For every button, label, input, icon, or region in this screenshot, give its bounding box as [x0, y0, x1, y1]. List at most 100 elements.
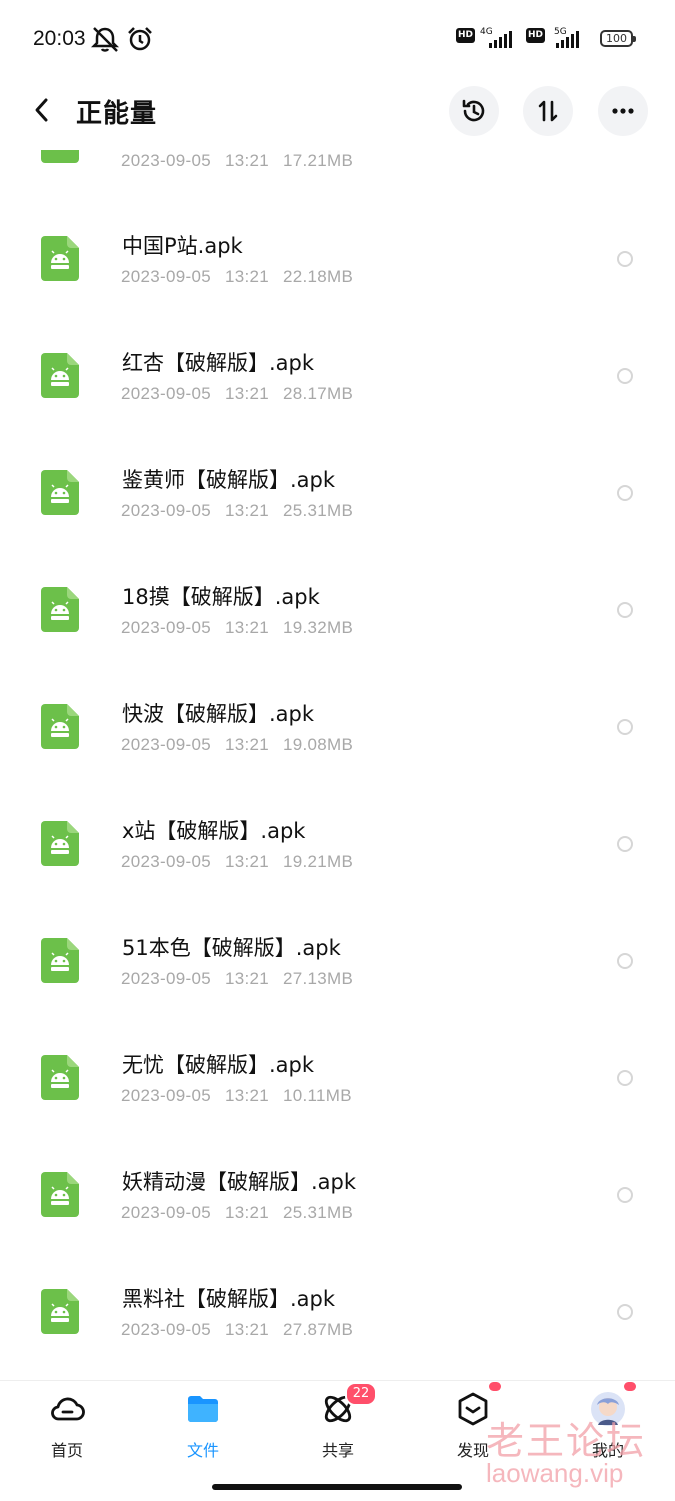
hd-badge-2: HD: [526, 28, 546, 43]
file-name: 黑料社【破解版】.apk: [122, 1287, 336, 1311]
signal-bars-icon: [489, 30, 512, 48]
watermark-url: laowang.vip: [486, 1458, 624, 1488]
select-checkbox[interactable]: [617, 836, 633, 852]
file-row[interactable]: 红杏【破解版】.apk 2023-09-05 13:21 28.17MB: [0, 317, 675, 434]
nav-files[interactable]: 文件: [143, 1381, 263, 1471]
folder-icon: [188, 1396, 218, 1422]
file-size: 10.11MB: [283, 1086, 352, 1105]
file-meta: 2023-09-05 13:21 19.32MB: [121, 618, 367, 638]
file-date: 2023-09-05: [121, 267, 211, 286]
select-checkbox[interactable]: [617, 602, 633, 618]
status-time: 20:03: [33, 27, 86, 50]
file-row[interactable]: 鉴黄师【破解版】.apk 2023-09-05 13:21 25.31MB: [0, 434, 675, 551]
file-meta: 2023-09-05 13:21 10.11MB: [121, 1086, 366, 1106]
file-time: 13:21: [224, 267, 270, 286]
file-name: 鉴黄师【破解版】.apk: [122, 468, 336, 492]
file-time: 13:21: [224, 852, 270, 871]
file-name: 红杏【破解版】.apk: [122, 351, 315, 375]
file-size: 27.87MB: [283, 1320, 354, 1339]
select-checkbox[interactable]: [617, 953, 633, 969]
apk-file-icon: [41, 470, 79, 515]
file-time: 13:21: [224, 618, 270, 637]
apk-file-icon: [41, 938, 79, 983]
back-arrow-icon[interactable]: [28, 95, 58, 125]
more-button[interactable]: [598, 86, 648, 136]
apk-file-icon: [41, 704, 79, 749]
file-meta: 2023-09-05 13:21 19.21MB: [121, 852, 367, 872]
status-bar: 20:03 HD 4G HD 5G 100: [0, 0, 675, 80]
apk-file-icon: [41, 821, 79, 866]
file-row[interactable]: 妖精动漫【破解版】.apk 2023-09-05 13:21 25.31MB: [0, 1136, 675, 1253]
mine-red-dot: [624, 1382, 636, 1391]
file-name: x站【破解版】.apk: [122, 819, 306, 843]
signal-bars-icon-2: [556, 30, 579, 48]
file-size: 25.31MB: [283, 501, 354, 520]
file-date: 2023-09-05: [121, 735, 211, 754]
apk-file-icon: [41, 353, 79, 398]
file-time: 13:21: [224, 735, 270, 754]
file-row[interactable]: 黑料社【破解版】.apk 2023-09-05 13:21 27.87MB: [0, 1253, 675, 1370]
file-row[interactable]: 18摸【破解版】.apk 2023-09-05 13:21 19.32MB: [0, 551, 675, 668]
file-time: 13:21: [224, 1320, 270, 1339]
select-checkbox[interactable]: [617, 485, 633, 501]
file-name: 快波【破解版】.apk: [122, 702, 315, 726]
file-meta: 2023-09-05 13:21 19.08MB: [121, 735, 367, 755]
file-date: 2023-09-05: [121, 852, 211, 871]
select-checkbox[interactable]: [617, 1187, 633, 1203]
apk-file-icon: [41, 587, 79, 632]
watermark-text: 老王论坛: [486, 1419, 647, 1463]
file-size: 25.31MB: [283, 1203, 354, 1222]
file-time: 13:21: [224, 501, 270, 520]
file-meta: 2023-09-05 13:21 28.17MB: [121, 384, 367, 404]
nav-home-label: 首页: [50, 1441, 83, 1460]
file-size: 19.08MB: [283, 735, 354, 754]
sort-arrows-icon: [538, 100, 558, 122]
file-list[interactable]: 2023-09-05 13:21 17.21MB 中国P站.apk 2023-09-0…: [0, 150, 675, 1380]
file-date: 2023-09-05: [121, 969, 211, 988]
select-checkbox[interactable]: [617, 1304, 633, 1320]
sort-button[interactable]: [523, 86, 573, 136]
nav-share[interactable]: 22 共享: [278, 1381, 398, 1471]
file-row[interactable]: 快波【破解版】.apk 2023-09-05 13:21 19.08MB: [0, 668, 675, 785]
apk-file-icon: [41, 1289, 79, 1334]
file-row[interactable]: 无忧【破解版】.apk 2023-09-05 13:21 10.11MB: [0, 1019, 675, 1136]
select-checkbox[interactable]: [617, 1070, 633, 1086]
file-name: 妖精动漫【破解版】.apk: [122, 1170, 357, 1194]
mute-bell-icon: [90, 27, 120, 52]
file-size: 27.13MB: [283, 969, 354, 988]
file-date: 2023-09-05: [121, 1320, 211, 1339]
file-meta: 2023-09-05 13:21 25.31MB: [121, 1203, 367, 1223]
alarm-icon: [128, 27, 152, 51]
nav-home[interactable]: 首页: [7, 1381, 127, 1471]
apk-file-icon: [41, 1055, 79, 1100]
select-checkbox[interactable]: [617, 719, 633, 735]
file-date: 2023-09-05: [121, 1203, 211, 1222]
select-checkbox[interactable]: [617, 251, 633, 267]
select-checkbox[interactable]: [617, 368, 633, 384]
apk-file-icon: [41, 150, 79, 163]
history-button[interactable]: [449, 86, 499, 136]
network-4g: HD: [456, 28, 476, 43]
file-date: 2023-09-05: [121, 1086, 211, 1105]
page-title: 正能量: [76, 99, 158, 129]
file-size: 19.21MB: [283, 852, 354, 871]
app-header: 正能量: [0, 80, 675, 150]
file-row[interactable]: x站【破解版】.apk 2023-09-05 13:21 19.21MB: [0, 785, 675, 902]
discover-red-dot: [489, 1382, 501, 1391]
file-meta: 2023-09-05 13:21 25.31MB: [121, 501, 367, 521]
file-name: 无忧【破解版】.apk: [122, 1053, 315, 1077]
file-row[interactable]: 中国P站.apk 2023-09-05 13:21 22.18MB: [0, 200, 675, 317]
network-5g: HD: [526, 28, 546, 43]
file-size: 22.18MB: [283, 267, 354, 286]
more-dots-icon: [612, 108, 634, 114]
nav-files-label: 文件: [186, 1441, 219, 1460]
file-row[interactable]: 51本色【破解版】.apk 2023-09-05 13:21 27.13MB: [0, 902, 675, 1019]
cloud-icon: [51, 1397, 85, 1421]
file-meta: 2023-09-05 13:21 17.21MB: [121, 151, 354, 170]
apk-file-icon: [41, 236, 79, 281]
file-time: 13:21: [224, 969, 270, 988]
battery-icon: 100: [600, 30, 636, 47]
home-indicator[interactable]: [212, 1484, 462, 1490]
nav-share-label: 共享: [321, 1441, 354, 1460]
file-name: 中国P站.apk: [122, 234, 243, 258]
